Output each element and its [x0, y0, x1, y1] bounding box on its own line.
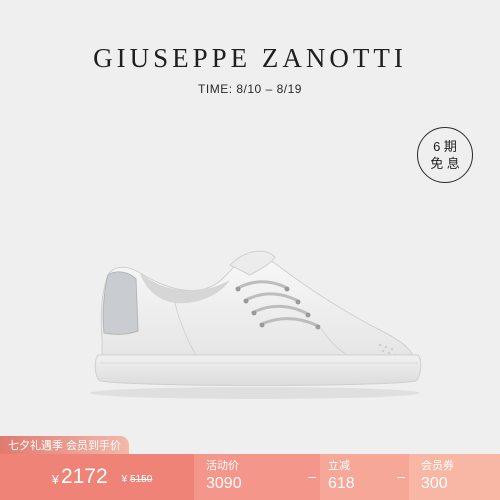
minus-operator: – — [397, 468, 405, 484]
coupon-value: 300 — [421, 475, 448, 492]
brand-logo: GIUSEPPE ZANOTTI — [93, 43, 407, 73]
event-price-value: 3090 — [206, 475, 242, 492]
promo-tag: 七夕礼遇季 会员到手价 — [0, 436, 130, 454]
original-price: ¥ 5150 — [122, 474, 153, 485]
original-price-value: 5150 — [130, 473, 153, 485]
badge-line1: 6 期 — [433, 139, 457, 154]
minus-operator: – — [308, 468, 316, 484]
final-price-cell: ¥ 2172 ¥ 5150 — [0, 454, 194, 500]
discount-cell: 立减 618 – — [320, 454, 409, 500]
event-price-label: 活动价 — [206, 460, 239, 472]
final-price: 2172 — [60, 465, 108, 488]
currency-symbol: ¥ — [51, 471, 59, 487]
original-currency: ¥ — [121, 473, 128, 485]
coupon-cell: 会员券 300 — [409, 454, 500, 500]
installment-badge: 6 期 免 息 — [417, 127, 473, 183]
promo-time: TIME: 8/10 – 8/19 — [198, 82, 302, 96]
price-bar: ¥ 2172 ¥ 5150 活动价 3090 – 立减 618 – 会员券 30… — [0, 454, 500, 500]
sneaker-image — [90, 250, 422, 399]
coupon-label: 会员券 — [421, 460, 454, 472]
event-price-cell: 活动价 3090 – — [194, 454, 320, 500]
badge-line2: 免 息 — [430, 156, 460, 171]
